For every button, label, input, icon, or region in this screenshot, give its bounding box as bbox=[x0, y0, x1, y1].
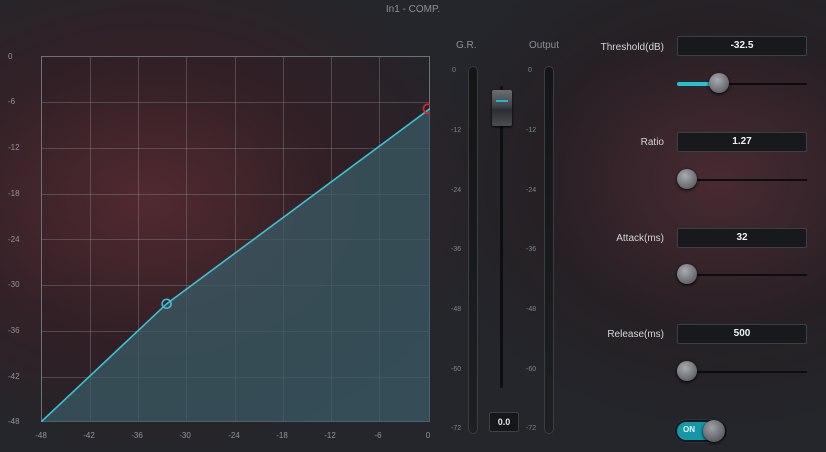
y-tick-label: -18 bbox=[8, 189, 20, 198]
y-tick-label: -24 bbox=[8, 235, 20, 244]
y-tick-label: -12 bbox=[8, 143, 20, 152]
power-toggle[interactable]: ON bbox=[674, 419, 728, 443]
ratio-label: Ratio bbox=[640, 137, 664, 148]
x-tick-label: -6 bbox=[374, 431, 382, 440]
gr-meter-tick: -12 bbox=[451, 127, 462, 134]
release-slider[interactable] bbox=[677, 361, 807, 383]
output-meter-tick: -36 bbox=[526, 246, 537, 253]
toggle-label: ON bbox=[683, 425, 695, 434]
y-tick-label: -48 bbox=[8, 417, 20, 426]
slider-knob[interactable] bbox=[677, 169, 697, 189]
x-tick-label: -18 bbox=[276, 431, 288, 440]
release-field[interactable]: 500 bbox=[677, 324, 807, 344]
gr-meter-tick: -48 bbox=[451, 306, 462, 313]
attack-label: Attack(ms) bbox=[616, 233, 664, 244]
transfer-curve bbox=[41, 103, 430, 422]
y-tick-label: -6 bbox=[8, 97, 16, 106]
output-meter-tick: -48 bbox=[526, 306, 537, 313]
output-meter-tick: 0 bbox=[528, 67, 532, 74]
gain-fader-track[interactable] bbox=[500, 86, 503, 388]
gr-meter-label: G.R. bbox=[456, 40, 477, 51]
toggle-knob[interactable] bbox=[703, 420, 725, 442]
x-tick-label: -36 bbox=[131, 431, 143, 440]
x-tick-label: -42 bbox=[83, 431, 95, 440]
threshold-label: Threshold(dB) bbox=[600, 42, 664, 53]
y-tick-label: -42 bbox=[8, 372, 20, 381]
slider-knob[interactable] bbox=[677, 361, 697, 381]
x-tick-label: 0 bbox=[425, 431, 431, 440]
x-tick-label: -30 bbox=[179, 431, 191, 440]
gr-meter-tick: -36 bbox=[451, 246, 462, 253]
output-meter-tick: -12 bbox=[526, 127, 537, 134]
gain-fader-handle[interactable] bbox=[492, 90, 512, 126]
y-tick-label: -36 bbox=[8, 326, 20, 335]
release-label: Release(ms) bbox=[607, 329, 664, 340]
gain-fader-value[interactable]: 0.0 bbox=[489, 412, 519, 432]
y-tick-label: 0 bbox=[8, 52, 13, 61]
curve-fill-area bbox=[41, 108, 430, 422]
y-tick-label: -30 bbox=[8, 280, 20, 289]
gr-meter-tick: -60 bbox=[451, 366, 462, 373]
output-meter-label: Output bbox=[529, 40, 560, 51]
attack-slider[interactable] bbox=[677, 264, 807, 286]
output-meter-tick: -24 bbox=[526, 187, 537, 194]
threshold-field[interactable]: -32.5 bbox=[677, 36, 807, 56]
gr-meter-tick: -24 bbox=[451, 187, 462, 194]
output-meter-tick: -72 bbox=[526, 425, 537, 432]
x-tick-label: -24 bbox=[228, 431, 240, 440]
ratio-slider[interactable] bbox=[677, 169, 807, 191]
attack-field[interactable]: 32 bbox=[677, 228, 807, 248]
ratio-field[interactable]: 1.27 bbox=[677, 132, 807, 152]
output-meter-tick: -60 bbox=[526, 366, 537, 373]
gr-meter-tick: 0 bbox=[452, 67, 456, 74]
x-tick-label: -12 bbox=[324, 431, 336, 440]
x-tick-label: -48 bbox=[35, 431, 47, 440]
slider-knob[interactable] bbox=[708, 73, 729, 93]
gr-meter-tick: -72 bbox=[451, 425, 462, 432]
window-title: In1 - COMP. bbox=[385, 4, 441, 15]
slider-knob[interactable] bbox=[677, 264, 697, 284]
threshold-slider[interactable] bbox=[677, 73, 807, 95]
